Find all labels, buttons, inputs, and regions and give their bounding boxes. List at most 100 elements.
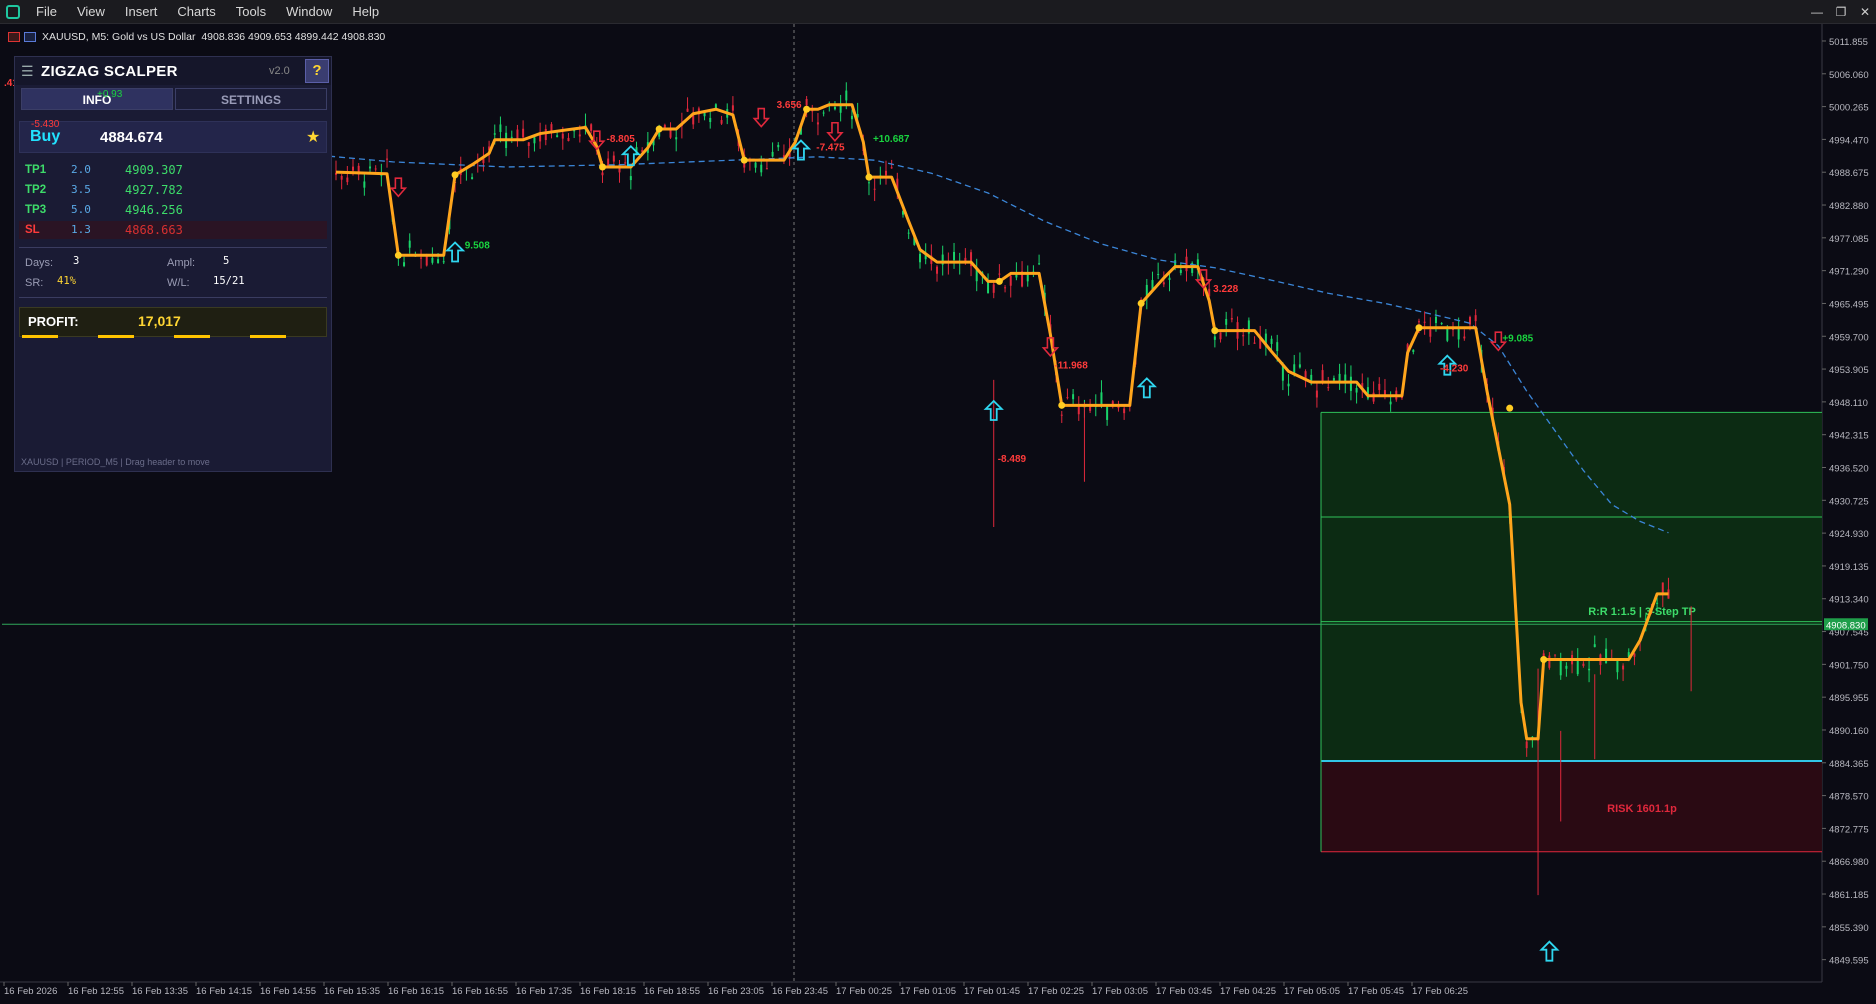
candle-body (867, 182, 870, 184)
tab-settings[interactable]: SETTINGS (175, 88, 327, 110)
candle-body (493, 133, 496, 135)
panel-footer: XAUUSD | PERIOD_M5 | Drag header to move (21, 457, 210, 467)
favorite-star-icon[interactable]: ★ (306, 127, 320, 147)
candle-body (1117, 406, 1120, 409)
candle-body (953, 251, 956, 261)
price-tick-label: 4866.980 (1829, 857, 1869, 868)
level-price: 4868.663 (125, 223, 183, 237)
price-tick-label: 4930.725 (1829, 496, 1869, 507)
trade-result-label: 3.228 (1213, 284, 1238, 295)
signal-overlay-annotation: -5.430 (31, 119, 60, 130)
time-tick-label: 16 Feb 23:45 (772, 986, 828, 997)
time-tick-label: 17 Feb 00:25 (836, 986, 892, 997)
price-tick-label: 4971.290 (1829, 267, 1869, 278)
help-button[interactable]: ? (305, 59, 329, 83)
profit-value: 17,017 (138, 313, 181, 329)
menu-charts[interactable]: Charts (167, 0, 225, 24)
time-tick-label: 17 Feb 01:45 (964, 986, 1020, 997)
candle-body (1593, 644, 1596, 648)
candle-body (1423, 321, 1426, 323)
minimize-icon[interactable]: — (1810, 5, 1824, 19)
candle-body (1525, 741, 1528, 749)
sr-value: 41% (57, 275, 76, 287)
candle-body (1253, 342, 1256, 344)
trade-result-label: 9.508 (465, 241, 490, 252)
menu-help[interactable]: Help (342, 0, 389, 24)
level-label: TP2 (25, 184, 47, 196)
hamburger-menu-icon[interactable]: ☰ (21, 63, 34, 80)
time-tick-label: 16 Feb 15:35 (324, 986, 380, 997)
level-price: 4927.782 (125, 183, 183, 197)
zigzag-scalper-panel[interactable]: ☰ ZIGZAG SCALPER v2.0 ? INFO SETTINGS +0… (14, 56, 332, 472)
price-tick-label: 4895.955 (1829, 693, 1869, 704)
menu-file[interactable]: File (26, 0, 67, 24)
candle-body (1242, 335, 1245, 337)
restore-icon[interactable]: ❐ (1834, 5, 1848, 19)
candle-body (408, 240, 411, 248)
price-tick-label: 4901.750 (1829, 660, 1869, 671)
symbol-flag-icon (24, 32, 36, 42)
level-rr: 2.0 (71, 163, 91, 176)
trade-result-label: -8.805 (606, 134, 635, 145)
price-tick-label: 4977.085 (1829, 234, 1869, 245)
candle-body (369, 166, 372, 169)
level-label: SL (25, 224, 40, 236)
candle-body (709, 117, 712, 123)
candle-body (1038, 263, 1041, 265)
candle-body (754, 162, 757, 168)
zigzag-pivot (1211, 327, 1219, 335)
candle-body (374, 168, 377, 170)
sr-label: SR: (25, 277, 44, 289)
menu-window[interactable]: Window (276, 0, 342, 24)
price-tick-label: 4953.905 (1829, 365, 1869, 376)
candle-body (431, 257, 434, 263)
menu-view[interactable]: View (67, 0, 115, 24)
candle-body (998, 273, 1001, 275)
candle-body (437, 259, 440, 264)
level-row-tp2: TP2 3.5 4927.782 (19, 181, 327, 199)
candle-body (1004, 287, 1007, 289)
panel-header[interactable]: ☰ ZIGZAG SCALPER v2.0 ? (15, 57, 331, 85)
level-row-tp1: TP1 2.0 4909.307 (19, 161, 327, 179)
time-tick-label: 17 Feb 03:05 (1092, 986, 1148, 997)
profit-bar-segment (174, 335, 210, 338)
close-icon[interactable]: ✕ (1858, 5, 1872, 19)
candle-body (510, 136, 513, 138)
candle-body (890, 167, 893, 169)
candle-body (578, 134, 581, 137)
wl-value: 15/21 (213, 275, 245, 287)
candle-body (833, 106, 836, 110)
price-tick-label: 4878.570 (1829, 792, 1869, 803)
candle-body (544, 128, 547, 141)
divider (19, 247, 327, 248)
menu-tools[interactable]: Tools (226, 0, 276, 24)
candle-body (1548, 655, 1551, 668)
candle-body (1378, 383, 1381, 390)
candle-body (1225, 318, 1228, 325)
time-tick-label: 16 Feb 13:35 (132, 986, 188, 997)
candle-body (992, 284, 995, 293)
candle-body (1588, 668, 1591, 671)
price-tick-label: 4849.595 (1829, 956, 1869, 967)
candle-body (590, 124, 593, 131)
time-tick-label: 16 Feb 16:15 (388, 986, 444, 997)
candle-body (346, 177, 349, 183)
candle-body (1616, 660, 1619, 673)
candle-body (777, 144, 780, 148)
price-tick-label: 5006.060 (1829, 70, 1869, 81)
trade-result-label: -11.968 (1054, 361, 1088, 372)
candle-body (669, 129, 672, 138)
menu-insert[interactable]: Insert (115, 0, 168, 24)
price-tick-label: 4855.390 (1829, 923, 1869, 934)
candle-body (919, 253, 922, 263)
stop-loss-zone (1321, 761, 1822, 852)
candle-body (760, 164, 763, 173)
days-label: Days: (25, 257, 54, 269)
time-tick-label: 17 Feb 01:05 (900, 986, 956, 997)
zigzag-pivot (1137, 299, 1145, 307)
app-logo-icon (6, 4, 20, 19)
candle-body (805, 99, 808, 106)
chart-type-icon[interactable] (8, 32, 20, 42)
candle-body (720, 120, 723, 124)
wl-label: W/L: (167, 277, 190, 289)
